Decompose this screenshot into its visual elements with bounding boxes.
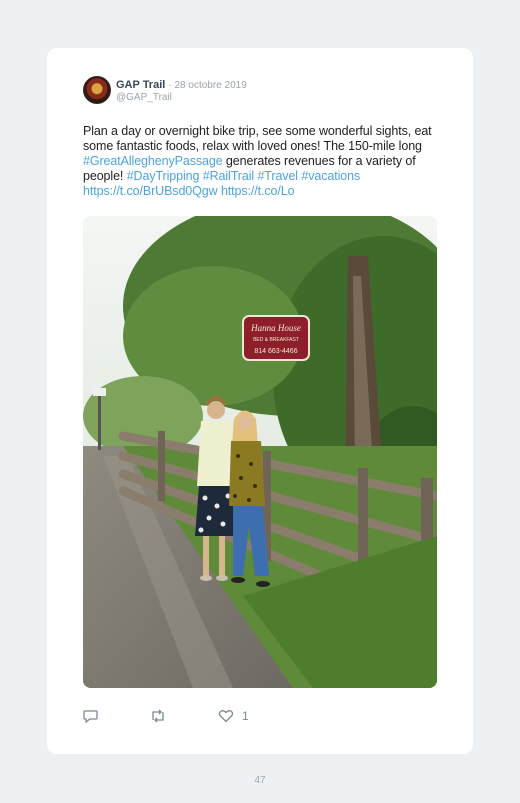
reply-icon <box>83 710 98 723</box>
reply-button[interactable] <box>83 709 99 723</box>
tweet-text: Plan a day or overnight bike trip, see s… <box>83 124 443 199</box>
tweet-text-segment: Plan a day or overnight bike trip, see s… <box>83 124 432 153</box>
tweet-link[interactable]: https://t.co/Lo <box>221 184 295 198</box>
like-count: 1 <box>242 709 249 723</box>
author-handle[interactable]: @GAP_Trail <box>116 92 172 103</box>
heart-icon <box>218 710 234 723</box>
sign-line2: BED & BREAKFAST <box>253 337 299 343</box>
sign-line1: Hanna House <box>250 323 301 333</box>
tweet-link[interactable]: #DayTripping <box>127 169 200 183</box>
tweet-link[interactable]: https://t.co/BrUBsd0Qgw <box>83 184 218 198</box>
tweet-link[interactable]: #Travel <box>257 169 298 183</box>
page-number: 47 <box>254 775 266 786</box>
author-name[interactable]: GAP Trail <box>116 79 165 91</box>
photo-illustration: Hanna House BED & BREAKFAST 814 663-4466 <box>83 216 437 688</box>
retweet-button[interactable] <box>149 709 167 723</box>
tweet-link[interactable]: #GreatAlleghenyPassage <box>83 154 223 168</box>
tweet-actions: 1 <box>83 709 437 725</box>
tweet-card: GAP Trail · 28 octobre 2019 @GAP_Trail P… <box>47 48 473 754</box>
avatar[interactable] <box>83 76 111 104</box>
tweet-header: GAP Trail · 28 octobre 2019 <box>116 79 247 91</box>
tweet-link[interactable]: #vacations <box>301 169 360 183</box>
tweet-photo[interactable]: Hanna House BED & BREAKFAST 814 663-4466 <box>83 216 437 688</box>
like-button[interactable]: 1 <box>218 709 249 723</box>
tweet-date[interactable]: · 28 octobre 2019 <box>168 80 246 91</box>
sign-phone: 814 663-4466 <box>254 348 297 355</box>
retweet-icon <box>152 709 164 723</box>
tweet-link[interactable]: #RailTrail <box>203 169 254 183</box>
